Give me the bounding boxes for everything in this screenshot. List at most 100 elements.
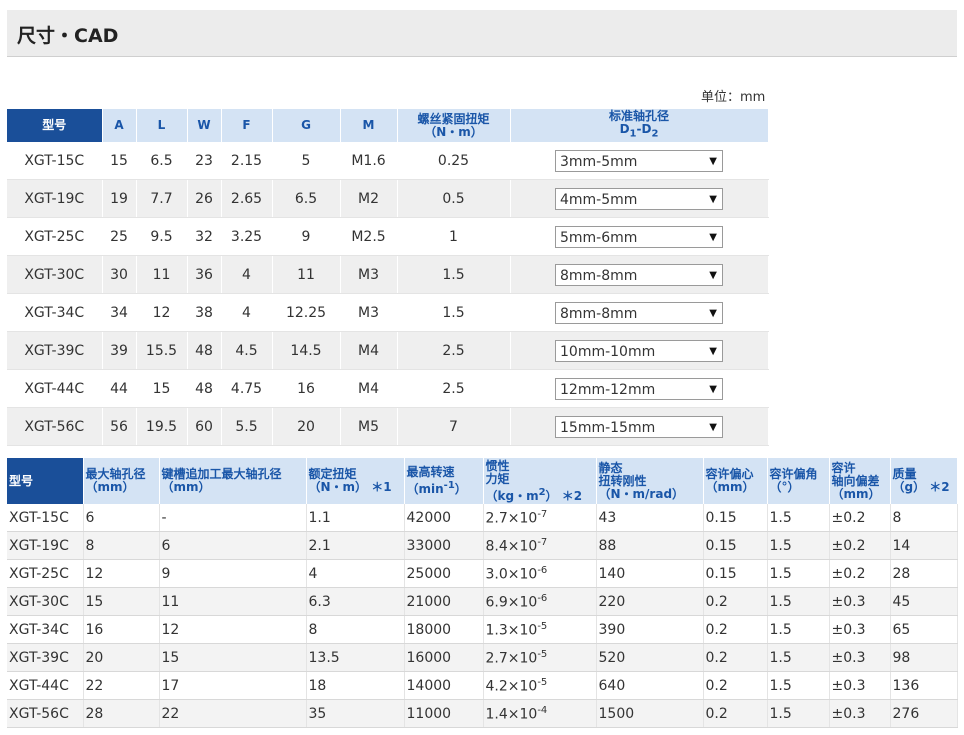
inertia-exponent: -7	[537, 508, 548, 520]
cell-stiff: 140	[596, 559, 704, 588]
cell-bore: 15mm-15mm ▼	[510, 407, 769, 446]
cell-axial: ±0.2	[829, 531, 891, 560]
table-row: XGT-56C 56 19.5 60 5.5 20 M5 7 15mm-15mm ▼	[7, 407, 769, 446]
bore-select-value: 5mm-6mm	[560, 229, 638, 246]
speed-l3: ）	[454, 482, 467, 496]
cell-mass: 45	[890, 587, 958, 616]
cell-stiff: 220	[596, 587, 704, 616]
cell-ecc: 0.2	[703, 643, 768, 672]
cell-model: XGT-30C	[7, 255, 103, 294]
cell-axial: ±0.3	[829, 699, 891, 728]
cell-bore: 10mm-10mm ▼	[510, 331, 769, 370]
cell-a: 44	[102, 369, 137, 408]
cell-ang: 1.5	[767, 615, 830, 644]
cell-mass: 8	[890, 504, 958, 532]
inertia-exponent: -5	[537, 676, 548, 688]
cell-w: 26	[187, 179, 222, 218]
table-row: XGT-15C 15 6.5 23 2.15 5 M1.6 0.25 3mm-5mm ▼	[7, 142, 769, 180]
bore-select[interactable]: 3mm-5mm ▼	[555, 149, 723, 172]
ecc-l2: （mm）	[705, 480, 755, 494]
rated-note: ＊1	[371, 480, 392, 494]
bore-select[interactable]: 5mm-6mm ▼	[555, 225, 723, 248]
cell-rated: 1.1	[306, 504, 405, 532]
cell-ecc: 0.2	[703, 671, 768, 700]
cell-g: 6.5	[272, 179, 341, 218]
cell-l: 12	[136, 293, 188, 332]
cell-model: XGT-15C	[7, 504, 84, 532]
col-bore: 标准轴孔径 D1-D2	[510, 109, 769, 142]
cell-a: 19	[102, 179, 137, 218]
bore-select[interactable]: 8mm-8mm ▼	[555, 301, 723, 324]
table-row: XGT-19C 19 7.7 26 2.65 6.5 M2 0.5 4mm-5mm ▼	[7, 179, 769, 218]
cell-stiff: 520	[596, 643, 704, 672]
inertia-note: ＊2	[561, 488, 583, 503]
specs-table: 型号 最大轴孔径 （mm） 键槽追加工最大轴孔径 （mm） 额定扭矩 （N・m） ＊1…	[7, 458, 958, 728]
cell-g: 5	[272, 142, 341, 180]
cell-g: 14.5	[272, 331, 341, 370]
cell-model: XGT-25C	[7, 559, 84, 588]
bore-select[interactable]: 8mm-8mm ▼	[555, 263, 723, 286]
cell-speed: 14000	[404, 671, 484, 700]
bore-select[interactable]: 10mm-10mm ▼	[555, 339, 723, 362]
cell-keyway: -	[159, 504, 307, 532]
cell-ecc: 0.15	[703, 559, 768, 588]
cell-a: 25	[102, 217, 137, 256]
chevron-down-icon: ▼	[709, 155, 717, 167]
table-row: XGT-19C 8 6 2.1 33000 8.4×10-7 88 0.15 1.5 ±0.2 14	[7, 531, 958, 560]
bore-d1: D	[619, 122, 630, 137]
cell-mass: 276	[890, 699, 958, 728]
cell-speed: 33000	[404, 531, 484, 560]
bore-sub1: 1	[629, 128, 637, 140]
cell-ang: 1.5	[767, 559, 830, 588]
cell-torque: 1	[397, 217, 511, 256]
cell-a: 34	[102, 293, 137, 332]
cell-inertia: 3.0×10-6	[483, 559, 597, 588]
cell-f: 5.5	[221, 407, 273, 446]
cell-speed: 25000	[404, 559, 484, 588]
cell-mass: 98	[890, 643, 958, 672]
cell-l: 19.5	[136, 407, 188, 446]
bore-select-value: 10mm-10mm	[560, 343, 656, 360]
inertia-exponent: -4	[537, 704, 548, 716]
inertia-exponent: -6	[537, 592, 548, 604]
cell-stiff: 640	[596, 671, 704, 700]
cell-rated: 13.5	[306, 643, 405, 672]
cell-f: 4	[221, 293, 273, 332]
spec-col-mass: 质量 （g） ＊2	[890, 458, 958, 504]
cell-keyway: 17	[159, 671, 307, 700]
cell-keyway: 6	[159, 531, 307, 560]
dimensions-header-row: 型号 A L W F G M 螺丝紧固扭矩 （N・m） 标准轴孔径 D1-D2	[7, 109, 769, 142]
col-bore-line2: D1-D2	[511, 123, 768, 140]
inertia-exponent: -5	[537, 648, 548, 660]
cell-bore: 8mm-8mm ▼	[510, 255, 769, 294]
cell-l: 9.5	[136, 217, 188, 256]
table-row: XGT-25C 25 9.5 32 3.25 9 M2.5 1 5mm-6mm ▼	[7, 217, 769, 256]
cell-m: M3	[340, 293, 398, 332]
spec-col-model: 型号	[7, 458, 84, 504]
cell-model: XGT-44C	[7, 671, 84, 700]
cell-l: 11	[136, 255, 188, 294]
table-row: XGT-25C 12 9 4 25000 3.0×10-6 140 0.15 1.5 ±0.2 28	[7, 559, 958, 588]
cell-rated: 6.3	[306, 587, 405, 616]
bore-select[interactable]: 4mm-5mm ▼	[555, 187, 723, 210]
cell-mass: 28	[890, 559, 958, 588]
cell-a: 56	[102, 407, 137, 446]
ang-l2: （°）	[769, 480, 800, 494]
table-row: XGT-30C 30 11 36 4 11 M3 1.5 8mm-8mm ▼	[7, 255, 769, 294]
table-row: XGT-39C 39 15.5 48 4.5 14.5 M4 2.5 10mm-10mm ▼	[7, 331, 769, 370]
axial-l3: （mm）	[831, 486, 881, 501]
bore-select-value: 4mm-5mm	[560, 191, 638, 208]
cell-model: XGT-30C	[7, 587, 84, 616]
speed-l2: （min	[406, 482, 444, 496]
cell-keyway: 22	[159, 699, 307, 728]
mass-l2: （g）	[892, 480, 926, 494]
unit-label: 单位：mm	[701, 90, 766, 105]
col-l: L	[136, 109, 188, 142]
bore-select[interactable]: 15mm-15mm ▼	[555, 415, 723, 438]
col-torque-line2: （N・m）	[424, 124, 483, 139]
col-a: A	[102, 109, 137, 142]
bore-select[interactable]: 12mm-12mm ▼	[555, 377, 723, 400]
cell-torque: 2.5	[397, 369, 511, 408]
cell-model: XGT-25C	[7, 217, 103, 256]
cell-torque: 1.5	[397, 293, 511, 332]
